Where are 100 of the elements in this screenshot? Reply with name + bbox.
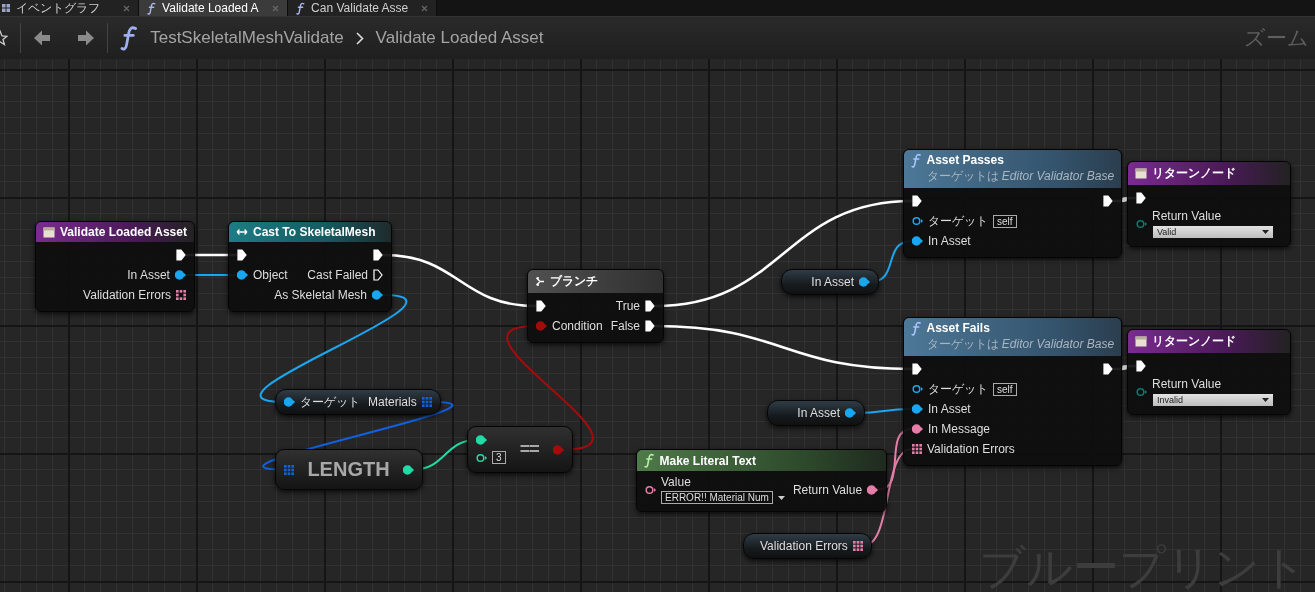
data-pin-icon[interactable] [476,435,487,445]
node-title: Asset Passes [926,153,1005,167]
node-title: ブランチ [550,273,598,290]
exec-pin-icon[interactable] [175,249,186,261]
caret-icon[interactable] [777,495,785,500]
data-pin-icon[interactable] [912,384,923,394]
array-pin-icon[interactable] [852,541,863,551]
exec-pin-icon[interactable] [645,300,656,312]
chevron-right-icon [355,31,364,45]
data-pin-icon[interactable] [372,290,383,300]
data-pin-icon[interactable] [859,277,870,287]
pin-label: Materials [368,395,417,409]
data-pin-icon[interactable] [174,270,186,280]
breadcrumb-item[interactable]: Validate Loaded Asset [375,28,544,48]
node-box-icon [1135,168,1147,179]
pin-label: In Asset [928,402,971,416]
pin-label: In Asset [797,406,840,420]
node-title: Cast To SkeletalMesh [253,225,376,239]
caret-icon [1262,398,1269,402]
exec-pin-icon[interactable] [1103,195,1114,207]
node-title: Asset Fails [926,321,991,335]
data-pin-icon[interactable] [912,236,923,246]
pin-label: Return Value [1152,377,1223,391]
caret-icon [1262,230,1269,234]
enum-dropdown[interactable]: Valid [1152,225,1274,239]
text-value-field[interactable]: ERROR!! Material Num [661,491,773,504]
value-field[interactable]: self [993,382,1017,396]
close-icon[interactable] [123,4,130,12]
enum-dropdown[interactable]: Invalid [1152,393,1274,407]
node-title: リターンノード [1152,333,1236,350]
pin-label: In Asset [928,234,971,248]
function-icon [296,1,306,15]
pin-label: As Skeletal Mesh [274,288,367,302]
pin-label: Return Value [792,482,863,497]
operator-label: == [519,439,539,460]
data-pin-icon[interactable] [912,216,923,226]
pin-label: Condition [552,319,603,333]
node-box-icon [43,226,55,238]
data-pin-icon[interactable] [476,452,487,463]
node-title: Make Literal Text [659,453,756,468]
exec-pin-icon[interactable] [1103,363,1114,375]
pin-label: Validation Errors [760,539,848,553]
pin-label: Validation Errors [927,442,1015,456]
function-icon [644,453,655,468]
branch-icon [535,276,545,287]
double-arrow-icon [236,228,248,236]
node-title: リターンノード [1152,165,1236,182]
zoom-label: ズーム [1244,25,1309,51]
pin-label: In Asset [127,268,170,282]
editor-tab[interactable]: Can Validate Asse [288,0,437,16]
exec-pin-icon[interactable] [912,363,922,375]
exec-pin-icon[interactable] [645,320,656,332]
value-field[interactable]: self [993,214,1017,228]
back-arrow-button[interactable] [33,29,51,47]
exec-pin-icon[interactable] [536,300,546,312]
exec-pin-icon[interactable] [912,195,922,207]
exec-pin-icon[interactable] [373,249,383,261]
pin-label: ターゲット [300,393,360,411]
data-pin-icon[interactable] [237,270,248,280]
forward-arrow-button[interactable] [77,29,95,47]
pin-label: In Asset [811,275,854,289]
grid-icon [2,4,10,12]
node-subtitle: ターゲットは Editor Validator Base [926,336,1115,353]
breadcrumb-item[interactable]: TestSkeletalMeshValidate [150,28,344,48]
data-pin-icon[interactable] [403,464,414,475]
node-subtitle: ターゲットは Editor Validator Base [926,168,1115,185]
pin-label: Return Value [1152,209,1223,223]
exec-pin-icon[interactable] [373,269,383,281]
editor-tab[interactable]: Validate Loaded A [139,0,288,16]
function-icon [120,25,139,51]
pin-label: False [610,319,641,333]
node-title: Validate Loaded Asset [60,225,187,239]
array-pin-icon[interactable] [912,444,922,454]
close-icon[interactable] [421,4,428,12]
array-pin-icon[interactable] [421,397,432,407]
function-icon [147,1,157,15]
pin-label: ターゲット [928,212,988,230]
editor-tab[interactable]: イベントグラフ [0,0,139,16]
data-pin-icon[interactable] [845,408,856,418]
exec-pin-icon[interactable] [1136,192,1146,204]
exec-pin-icon[interactable] [1136,360,1146,372]
pin-label: Value [661,475,692,489]
data-pin-icon[interactable] [912,404,923,414]
pin-label: Validation Errors [83,288,171,302]
data-pin-icon[interactable] [912,424,923,434]
pin-label: Object [253,268,288,282]
pin-label: Cast Failed [307,268,368,282]
array-pin-icon[interactable] [175,290,186,300]
function-icon [911,153,922,168]
function-icon [911,321,922,336]
data-pin-icon[interactable] [867,484,879,495]
operator-label: LENGTH [307,458,390,481]
pin-label: True [615,299,641,313]
data-pin-icon[interactable] [645,484,656,495]
data-pin-icon[interactable] [284,397,295,407]
value-field[interactable]: 3 [492,451,506,464]
pin-label: In Message [928,422,991,436]
node-box-icon [1135,336,1147,347]
exec-pin-icon[interactable] [237,249,247,261]
pin-label: ターゲット [928,380,988,398]
